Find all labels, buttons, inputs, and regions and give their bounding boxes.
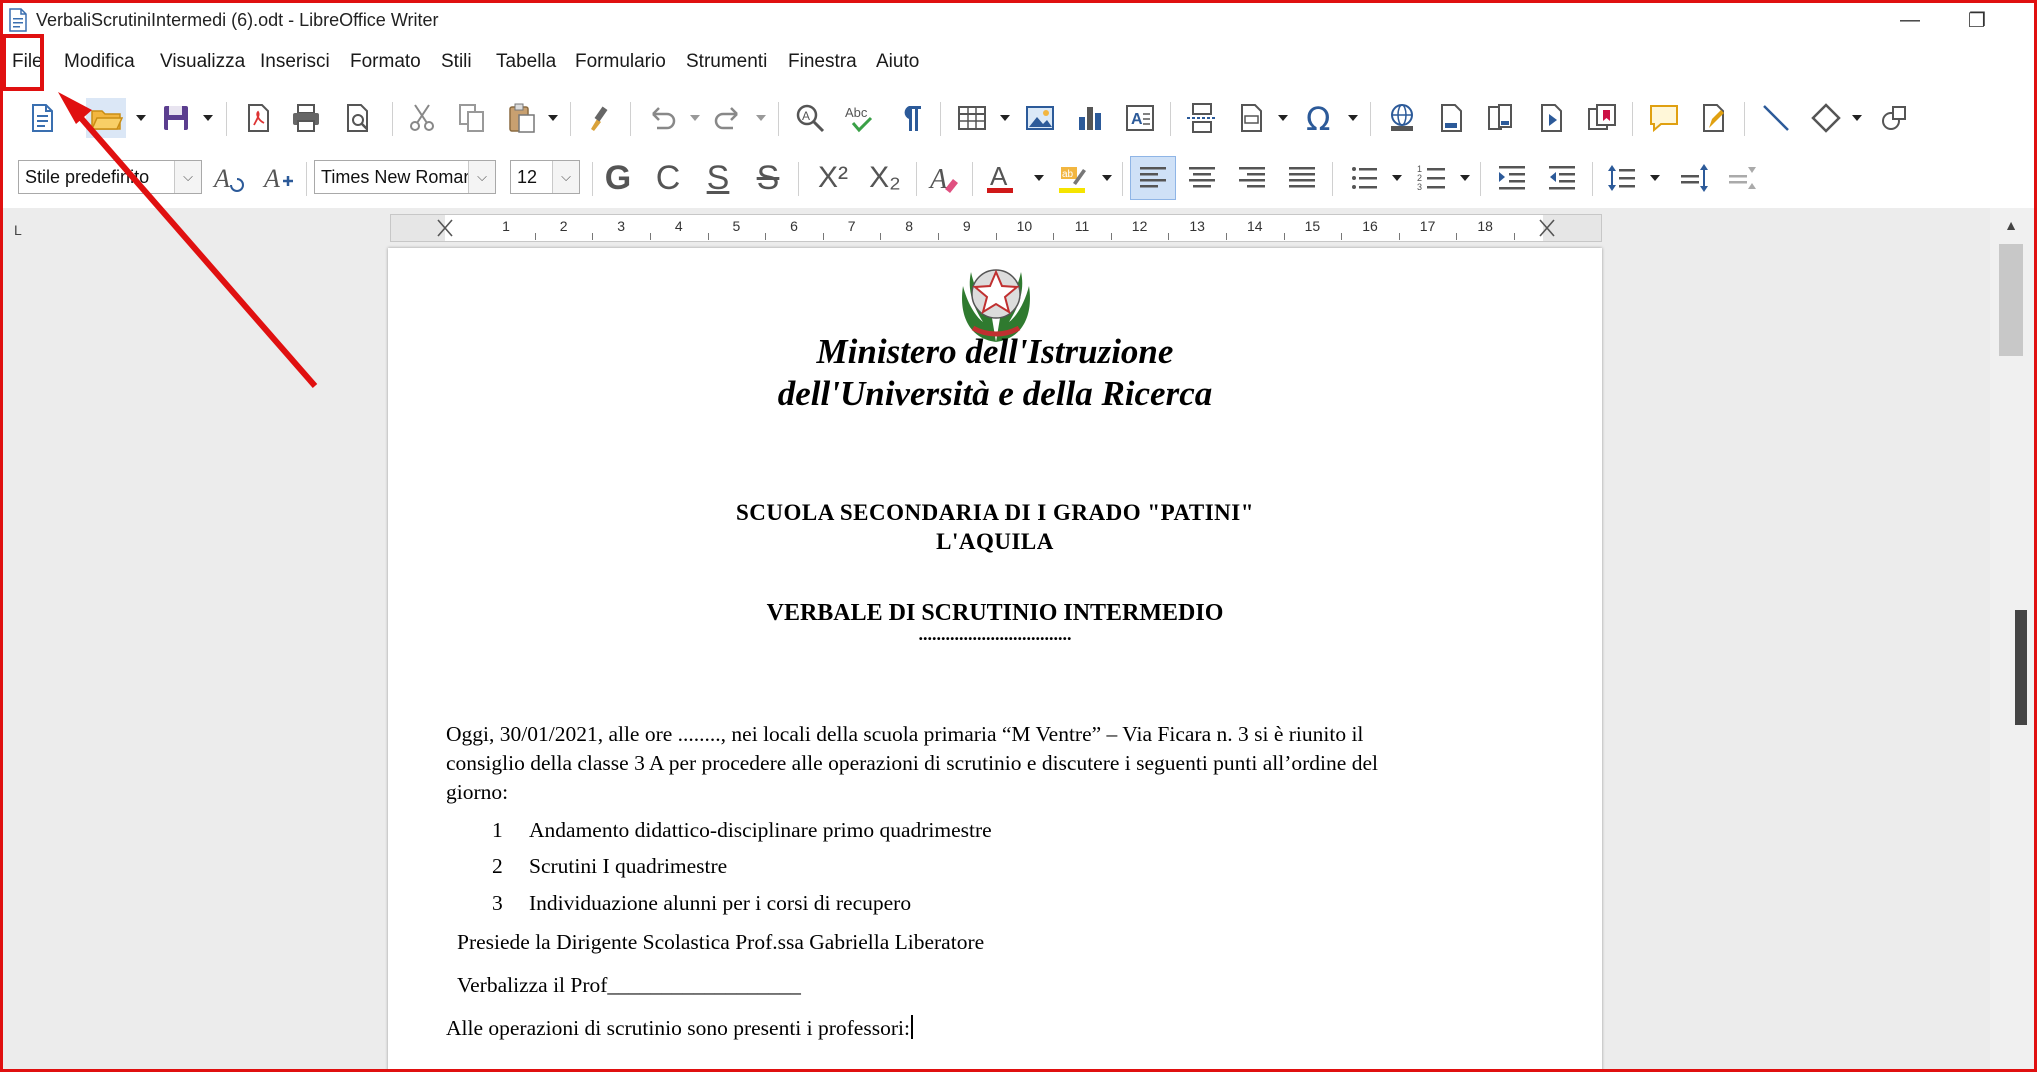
red-annotation-arrow [58,92,318,388]
